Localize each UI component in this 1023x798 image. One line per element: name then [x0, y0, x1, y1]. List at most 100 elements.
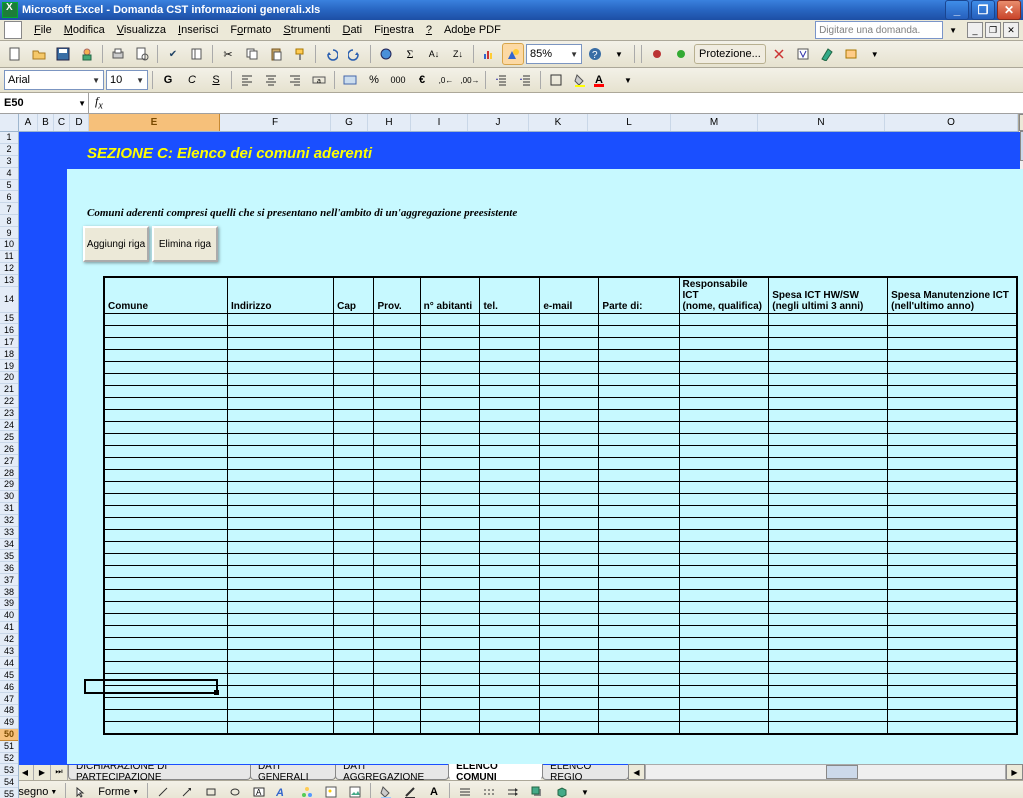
- menu-adobe-pdf[interactable]: Adobe PDF: [444, 24, 501, 36]
- row-header-25[interactable]: 25: [0, 431, 18, 443]
- row-header-45[interactable]: 45: [0, 669, 18, 681]
- save-button[interactable]: [52, 43, 74, 65]
- menu-strumenti[interactable]: Strumenti: [283, 24, 330, 36]
- row-header-39[interactable]: 39: [0, 598, 18, 610]
- row-header-35[interactable]: 35: [0, 550, 18, 562]
- table-row[interactable]: [105, 722, 1017, 734]
- hscroll-right-button[interactable]: ▶: [1006, 764, 1023, 780]
- thousand-sep-button[interactable]: 000: [387, 69, 409, 91]
- menu-finestra[interactable]: Finestra: [374, 24, 414, 36]
- column-header-F[interactable]: F: [220, 114, 331, 131]
- table-row[interactable]: [105, 590, 1017, 602]
- row-header-11[interactable]: 11: [0, 251, 18, 263]
- font-color-button[interactable]: A: [593, 69, 615, 91]
- row-header-42[interactable]: 42: [0, 634, 18, 646]
- column-header-E[interactable]: E: [89, 114, 220, 131]
- table-row[interactable]: [105, 686, 1017, 698]
- row-header-50[interactable]: 50: [0, 729, 18, 741]
- row-header-17[interactable]: 17: [0, 336, 18, 348]
- table-row[interactable]: [105, 602, 1017, 614]
- euro-button[interactable]: €: [411, 69, 433, 91]
- column-header-K[interactable]: K: [529, 114, 588, 131]
- row-header-22[interactable]: 22: [0, 396, 18, 408]
- controls-button[interactable]: [840, 43, 862, 65]
- redo-button[interactable]: [344, 43, 366, 65]
- row-header-2[interactable]: 2: [0, 144, 18, 156]
- ask-question-input[interactable]: Digitare una domanda.: [815, 21, 943, 39]
- font-size-combo[interactable]: 10 ▼: [106, 70, 148, 90]
- table-row[interactable]: [105, 386, 1017, 398]
- row-header-24[interactable]: 24: [0, 420, 18, 432]
- column-header-M[interactable]: M: [671, 114, 758, 131]
- mdi-close-button[interactable]: ✕: [1003, 22, 1019, 38]
- decrease-indent-button[interactable]: [490, 69, 512, 91]
- toolbar-options-button-3[interactable]: ▼: [617, 69, 639, 91]
- column-header-C[interactable]: C: [54, 114, 70, 131]
- table-row[interactable]: [105, 626, 1017, 638]
- print-button[interactable]: [107, 43, 129, 65]
- bold-button[interactable]: G: [157, 69, 179, 91]
- print-preview-button[interactable]: [131, 43, 153, 65]
- table-row[interactable]: [105, 530, 1017, 542]
- table-row[interactable]: [105, 650, 1017, 662]
- italic-button[interactable]: C: [181, 69, 203, 91]
- column-header-H[interactable]: H: [368, 114, 411, 131]
- window-close-button[interactable]: ✕: [997, 0, 1021, 20]
- row-header-13[interactable]: 13: [0, 275, 18, 287]
- name-box[interactable]: E50 ▼: [0, 93, 89, 113]
- select-all-corner[interactable]: [0, 114, 19, 132]
- table-row[interactable]: [105, 662, 1017, 674]
- open-button[interactable]: [28, 43, 50, 65]
- table-row[interactable]: [105, 578, 1017, 590]
- autosum-button[interactable]: Σ: [399, 43, 421, 65]
- table-row[interactable]: [105, 350, 1017, 362]
- font-combo[interactable]: Arial ▼: [4, 70, 104, 90]
- elimina-riga-button[interactable]: Elimina riga: [152, 226, 218, 262]
- column-headers[interactable]: ABCDEFGHIJKLMNO: [0, 114, 1018, 132]
- table-row[interactable]: [105, 458, 1017, 470]
- row-headers[interactable]: 1234567891011121314151617181920212223242…: [0, 132, 19, 798]
- hscroll-thumb[interactable]: [826, 765, 858, 779]
- row-header-53[interactable]: 53: [0, 764, 18, 776]
- row-header-9[interactable]: 9: [0, 227, 18, 239]
- scroll-up-button[interactable]: ▲: [1019, 114, 1023, 131]
- table-row[interactable]: [105, 422, 1017, 434]
- question-dropdown[interactable]: ▼: [949, 26, 957, 35]
- menu-help[interactable]: ?: [426, 24, 432, 36]
- zoom-combo[interactable]: 85% ▼: [526, 44, 582, 64]
- vba-button[interactable]: [792, 43, 814, 65]
- menu-modifica[interactable]: Modifica: [64, 24, 105, 36]
- mdi-minimize-button[interactable]: _: [967, 22, 983, 38]
- lock-aspect-button[interactable]: [768, 43, 790, 65]
- row-header-19[interactable]: 19: [0, 360, 18, 372]
- fill-color-button[interactable]: [569, 69, 591, 91]
- align-right-button[interactable]: [284, 69, 306, 91]
- spreadsheet-grid[interactable]: ABCDEFGHIJKLMNO 123456789101112131415161…: [0, 114, 1023, 763]
- grid-body[interactable]: SEZIONE C: Elenco dei comuni aderenti Co…: [19, 132, 1018, 798]
- table-row[interactable]: [105, 434, 1017, 446]
- row-header-5[interactable]: 5: [0, 180, 18, 192]
- row-header-4[interactable]: 4: [0, 168, 18, 180]
- worksheet-icon[interactable]: [4, 21, 22, 39]
- row-header-1[interactable]: 1: [0, 132, 18, 144]
- mdi-restore-button[interactable]: ❐: [985, 22, 1001, 38]
- row-header-54[interactable]: 54: [0, 776, 18, 788]
- underline-button[interactable]: S: [205, 69, 227, 91]
- column-header-L[interactable]: L: [588, 114, 671, 131]
- row-header-52[interactable]: 52: [0, 753, 18, 765]
- menu-inserisci[interactable]: Inserisci: [178, 24, 218, 36]
- row-header-49[interactable]: 49: [0, 717, 18, 729]
- row-header-3[interactable]: 3: [0, 156, 18, 168]
- column-header-J[interactable]: J: [468, 114, 529, 131]
- row-header-20[interactable]: 20: [0, 372, 18, 384]
- row-header-51[interactable]: 51: [0, 741, 18, 753]
- window-minimize-button[interactable]: _: [945, 0, 969, 20]
- row-header-48[interactable]: 48: [0, 705, 18, 717]
- column-header-N[interactable]: N: [758, 114, 885, 131]
- row-header-38[interactable]: 38: [0, 586, 18, 598]
- cut-button[interactable]: ✂: [217, 43, 239, 65]
- toolbar-options-button[interactable]: ▼: [608, 43, 630, 65]
- column-header-G[interactable]: G: [331, 114, 368, 131]
- row-header-41[interactable]: 41: [0, 622, 18, 634]
- menu-formato[interactable]: Formato: [230, 24, 271, 36]
